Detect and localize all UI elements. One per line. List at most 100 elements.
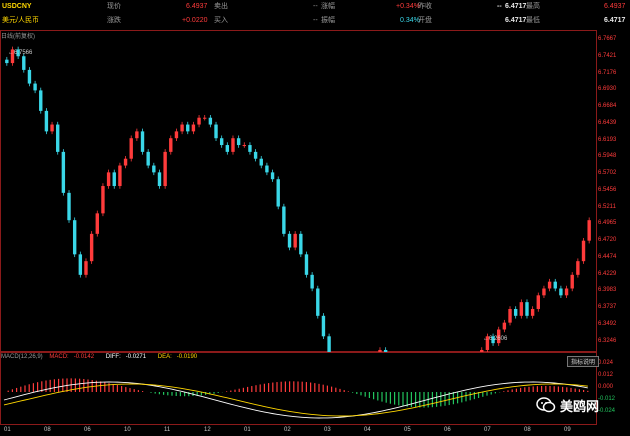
buy-label: 买入 xyxy=(214,17,228,24)
candlestick-chart[interactable] xyxy=(0,30,630,352)
candle-body xyxy=(225,145,230,152)
price-tick: 6.6930 xyxy=(598,86,617,93)
candle-body xyxy=(214,124,218,139)
candle-body xyxy=(219,138,224,146)
candle-body xyxy=(95,213,99,234)
date-tick: 11 xyxy=(164,427,171,433)
candle-body xyxy=(208,117,213,125)
macd-tick: 0.024 xyxy=(598,360,614,366)
high-value: 6.4937 xyxy=(604,3,626,10)
candle-body xyxy=(242,145,246,147)
candle-body xyxy=(304,254,309,275)
candle-body xyxy=(576,261,580,275)
macd-tick: -0.012 xyxy=(598,396,616,402)
candle-body xyxy=(135,131,139,139)
amplitude-label: 振幅 xyxy=(321,17,335,24)
low-annotation: ←6.2606 xyxy=(483,336,508,342)
candle-body xyxy=(129,138,133,159)
candle-body xyxy=(299,233,303,255)
date-tick: 08 xyxy=(524,427,531,433)
candle-body xyxy=(587,220,591,241)
candle-body xyxy=(530,308,535,316)
dea-value: DEA: -0.0190 xyxy=(157,354,198,360)
macd-legend: MACD(12,26,9) MACD: -0.0142 DIFF: -0.0271 … xyxy=(1,354,207,360)
date-tick: 02 xyxy=(284,427,291,433)
open-label: 开盘 xyxy=(418,17,432,24)
macd-title: MACD(12,26,9) xyxy=(1,354,43,360)
candle-body xyxy=(259,158,263,166)
candle-body xyxy=(72,220,77,255)
candle-body xyxy=(191,124,196,132)
candle-body xyxy=(169,138,173,152)
price-tick: 6.7421 xyxy=(598,52,617,59)
price-tick: 6.6439 xyxy=(598,119,617,126)
price-tick: 6.5211 xyxy=(598,203,616,210)
dea-line xyxy=(3,383,588,417)
price-tick: 6.6193 xyxy=(598,136,617,143)
candle-body xyxy=(327,336,331,352)
change-value: +0.0220 xyxy=(182,17,208,24)
candle-body xyxy=(559,288,563,296)
date-tick: 01 xyxy=(4,427,11,433)
date-tick: 07 xyxy=(484,427,491,433)
date-tick: 08 xyxy=(44,427,51,433)
candle-body xyxy=(536,295,540,309)
symbol-code: USDCNY xyxy=(2,3,32,10)
candle-body xyxy=(525,302,529,316)
candle-body xyxy=(112,172,116,187)
price-tick: 6.3737 xyxy=(598,304,617,311)
date-tick: 10 xyxy=(124,427,131,433)
indicator-help-button[interactable]: 指标说明 xyxy=(567,356,600,367)
price-tick: 6.4720 xyxy=(598,237,617,244)
candle-body xyxy=(123,158,128,166)
candle-body xyxy=(78,254,83,275)
candle-body xyxy=(570,274,574,289)
candle-body xyxy=(67,192,71,221)
diff-value: DIFF: -0.0271 xyxy=(105,354,147,360)
candle-body xyxy=(316,288,320,316)
price-tick: 6.4229 xyxy=(598,270,617,277)
symbol-name: 美元/人民币 xyxy=(2,17,39,24)
price-tick: 6.4474 xyxy=(598,253,617,260)
candle-body xyxy=(564,288,569,296)
change-label: 涨跌 xyxy=(107,17,121,24)
change-pct-label: 涨幅 xyxy=(321,3,335,10)
candle-body xyxy=(553,281,557,289)
low-label: 最低 xyxy=(526,17,540,24)
candle-body xyxy=(180,124,184,132)
candle-body xyxy=(276,179,280,207)
price-tick: 6.5456 xyxy=(598,186,617,193)
candle-body xyxy=(508,308,512,323)
price-tick: 6.7667 xyxy=(598,36,617,42)
macd-value: MACD: -0.0142 xyxy=(49,354,95,360)
candle-body xyxy=(22,56,26,70)
date-tick: 05 xyxy=(404,427,411,433)
candle-body xyxy=(146,151,150,166)
candle-body xyxy=(282,206,286,234)
candle-body xyxy=(321,315,326,337)
candle-body xyxy=(231,138,235,152)
watermark-text: 美鸥网 xyxy=(560,399,600,415)
candle-body xyxy=(33,83,37,91)
dash-3: -- xyxy=(313,17,318,24)
prev-close-label: 昨收 xyxy=(418,3,432,10)
change-pct-value: +0.34% xyxy=(396,3,420,10)
candle-body xyxy=(203,117,207,119)
candle-body xyxy=(27,69,32,84)
dash-2: -- xyxy=(497,3,502,10)
price-tick: 6.7176 xyxy=(598,69,617,76)
candle-body xyxy=(270,172,275,180)
candle-body xyxy=(163,151,167,187)
candle-body xyxy=(157,172,162,187)
high-annotation: ←6.7566 xyxy=(8,50,33,56)
amplitude-value: 0.34% xyxy=(400,17,420,24)
quote-header: USDCNY 美元/人民币 现价 6.4937 卖出 -- 涨幅 +0.34% … xyxy=(0,0,630,30)
high-label: 最高 xyxy=(526,3,540,10)
candle-body xyxy=(101,186,105,214)
price-frame xyxy=(0,30,597,352)
candle-body xyxy=(265,165,269,173)
candle-body xyxy=(542,288,546,296)
open-value: 6.4717 xyxy=(505,17,527,24)
dash-1: -- xyxy=(313,3,318,10)
candle-body xyxy=(39,90,43,111)
